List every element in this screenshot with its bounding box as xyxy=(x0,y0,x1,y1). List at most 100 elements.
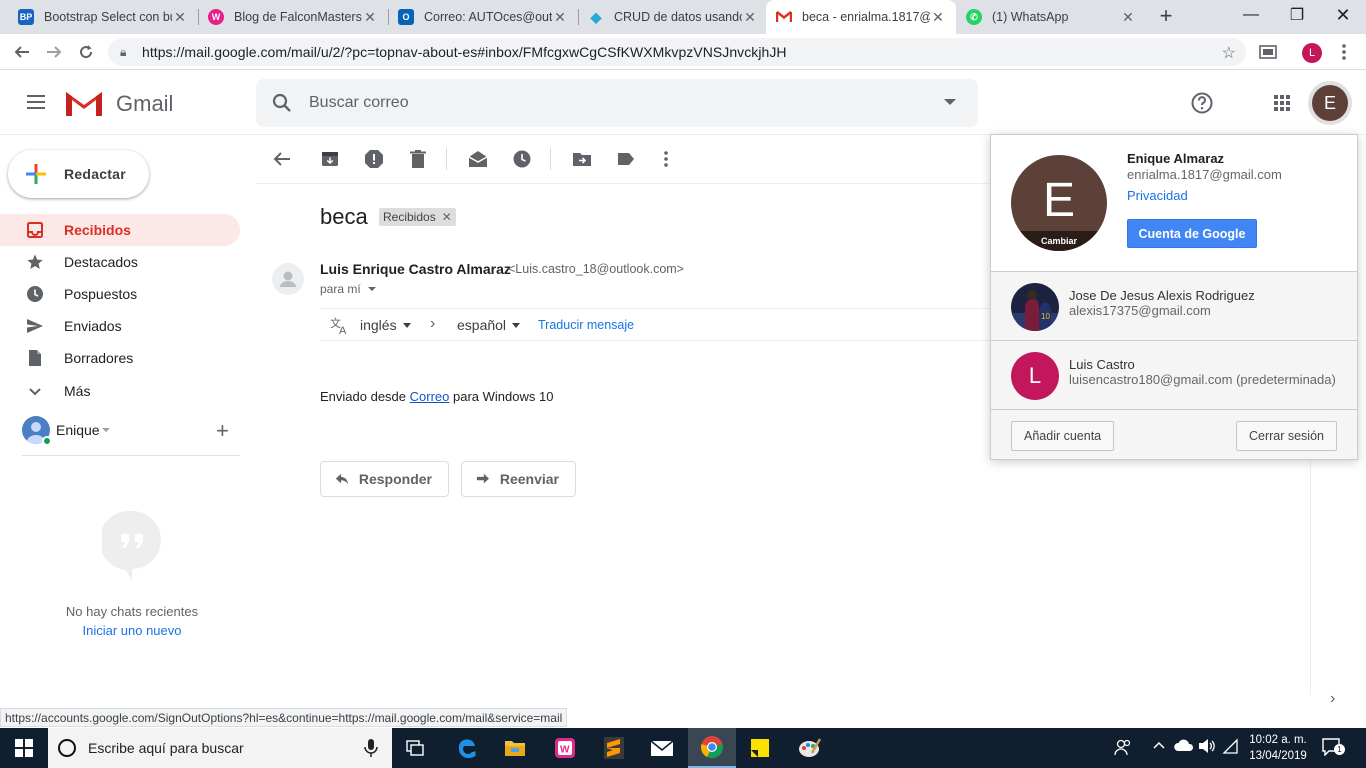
onedrive-cloud-icon[interactable] xyxy=(1174,738,1194,755)
search-icon[interactable] xyxy=(270,91,294,115)
paint-app-icon[interactable] xyxy=(786,728,834,768)
new-chat-plus-icon[interactable]: + xyxy=(216,418,229,444)
target-language-select[interactable]: español xyxy=(457,317,506,333)
account-name: Enique Almaraz xyxy=(1127,151,1225,166)
chrome-menu-icon[interactable] xyxy=(1330,38,1358,66)
nav-drafts[interactable]: Borradores xyxy=(0,342,240,374)
file-explorer-icon[interactable] xyxy=(491,728,539,768)
minimize-button[interactable]: — xyxy=(1228,0,1274,30)
google-apps-icon[interactable] xyxy=(1270,91,1294,115)
account-avatar[interactable]: E xyxy=(1312,85,1348,121)
action-center-icon[interactable]: 1 xyxy=(1322,738,1345,757)
search-bar[interactable]: Buscar correo xyxy=(256,79,978,127)
translate-message-link[interactable]: Traducir mensaje xyxy=(538,318,634,332)
start-new-chat-link[interactable]: Iniciar uno nuevo xyxy=(0,623,264,638)
close-tab-icon[interactable]: ✕ xyxy=(172,9,188,26)
browser-tab[interactable]: W Blog de FalconMasters ✕ xyxy=(198,0,388,34)
delete-icon[interactable] xyxy=(408,149,428,169)
new-tab-button[interactable]: + xyxy=(1154,5,1178,29)
add-account-button[interactable]: Añadir cuenta xyxy=(1011,421,1115,451)
move-to-icon[interactable] xyxy=(572,149,592,169)
nav-inbox[interactable]: Recibidos xyxy=(0,214,240,246)
source-language-dropdown-icon[interactable] xyxy=(403,323,411,328)
mail-app-icon[interactable] xyxy=(638,728,686,768)
archive-icon[interactable] xyxy=(320,149,340,169)
account-popup: E Cambiar Enique Almaraz enrialma.1817@g… xyxy=(990,134,1358,460)
chrome-profile-avatar[interactable]: L xyxy=(1302,43,1322,63)
correo-link[interactable]: Correo xyxy=(410,389,450,404)
forward-button[interactable]: Reenviar xyxy=(461,461,576,497)
nav-sent[interactable]: Enviados xyxy=(0,310,240,342)
webstorm-app-icon[interactable]: W xyxy=(541,728,589,768)
search-input[interactable]: Buscar correo xyxy=(309,94,409,112)
sticky-notes-icon[interactable] xyxy=(736,728,784,768)
search-options-icon[interactable] xyxy=(944,99,956,105)
forward-button[interactable] xyxy=(40,38,68,66)
close-tab-icon[interactable]: ✕ xyxy=(742,9,758,26)
recipient-text[interactable]: para mí xyxy=(320,282,361,296)
close-window-button[interactable]: ✕ xyxy=(1320,0,1366,30)
main-menu-icon[interactable] xyxy=(24,91,48,115)
sender-avatar[interactable] xyxy=(272,263,304,295)
browser-tab[interactable]: ✆ (1) WhatsApp ✕ xyxy=(956,0,1146,34)
taskbar-search[interactable]: Escribe aquí para buscar xyxy=(48,728,392,768)
nav-starred[interactable]: Destacados xyxy=(0,246,240,278)
other-account-row[interactable]: L Luis Castro luisencastro180@gmail.com … xyxy=(991,340,1357,410)
hangouts-status-dropdown-icon[interactable] xyxy=(102,428,110,432)
report-spam-icon[interactable] xyxy=(364,149,384,169)
microphone-icon[interactable] xyxy=(364,739,378,757)
nav-more[interactable]: Más xyxy=(0,375,240,407)
help-icon[interactable] xyxy=(1190,91,1214,115)
reply-button[interactable]: Responder xyxy=(320,461,449,497)
close-tab-icon[interactable]: ✕ xyxy=(1120,9,1136,26)
edge-browser-icon[interactable] xyxy=(443,728,491,768)
browser-tab-active[interactable]: beca - enrialma.1817@ ✕ xyxy=(766,0,956,34)
target-language-dropdown-icon[interactable] xyxy=(512,323,520,328)
google-account-button[interactable]: Cuenta de Google xyxy=(1127,219,1257,248)
task-view-icon[interactable] xyxy=(392,728,440,768)
more-options-icon[interactable] xyxy=(656,149,676,169)
address-bar[interactable]: 🔒︎ https://mail.google.com/mail/u/2/?pc=… xyxy=(108,38,1246,66)
browser-tab[interactable]: ◆ CRUD de datos usando ✕ xyxy=(578,0,768,34)
nav-snoozed[interactable]: Pospuestos xyxy=(0,278,240,310)
source-language-select[interactable]: inglés xyxy=(360,317,397,333)
forward-label: Reenviar xyxy=(499,471,559,487)
bookmark-star-icon[interactable]: ☆ xyxy=(1222,43,1236,63)
chrome-app-icon[interactable] xyxy=(688,728,736,768)
start-button[interactable] xyxy=(0,728,48,768)
sign-out-button[interactable]: Cerrar sesión xyxy=(1235,421,1337,451)
snooze-icon[interactable] xyxy=(512,149,532,169)
back-button[interactable] xyxy=(8,38,36,66)
maximize-button[interactable]: ❐ xyxy=(1274,0,1320,30)
sublime-text-icon[interactable] xyxy=(590,728,638,768)
browser-tab[interactable]: BP Bootstrap Select con bu ✕ xyxy=(8,0,198,34)
close-tab-icon[interactable]: ✕ xyxy=(930,9,946,26)
reload-button[interactable] xyxy=(72,38,100,66)
nav-label: Borradores xyxy=(64,350,134,366)
compose-button[interactable]: Redactar xyxy=(8,150,149,198)
volume-icon[interactable] xyxy=(1198,738,1216,757)
remove-label-icon[interactable]: ✕ xyxy=(442,210,452,224)
cast-icon[interactable] xyxy=(1254,38,1282,66)
other-account-row[interactable]: 10 Jose De Jesus Alexis Rodriguez alexis… xyxy=(991,271,1357,341)
privacy-link[interactable]: Privacidad xyxy=(1127,188,1188,203)
close-tab-icon[interactable]: ✕ xyxy=(552,9,568,26)
taskbar-search-input[interactable]: Escribe aquí para buscar xyxy=(88,740,244,756)
show-side-panel-icon[interactable]: › xyxy=(1330,690,1335,708)
browser-tab[interactable]: O Correo: AUTOces@outl ✕ xyxy=(388,0,578,34)
change-photo-label[interactable]: Cambiar xyxy=(1011,231,1107,251)
show-hidden-icons-icon[interactable] xyxy=(1152,738,1166,755)
body-text-suffix: para Windows 10 xyxy=(449,389,554,404)
close-tab-icon[interactable]: ✕ xyxy=(362,9,378,26)
people-icon[interactable] xyxy=(1114,738,1132,759)
mark-unread-icon[interactable] xyxy=(468,149,488,169)
network-icon[interactable] xyxy=(1222,738,1238,757)
hangouts-user[interactable]: Enique + xyxy=(22,416,240,450)
taskbar-clock[interactable]: 10:02 a. m. 13/04/2019 xyxy=(1238,732,1318,764)
label-icon[interactable] xyxy=(616,149,636,169)
back-to-inbox-icon[interactable] xyxy=(272,149,292,169)
outlook-favicon-icon: O xyxy=(398,9,414,25)
sender-name[interactable]: Luis Enrique Castro Almaraz xyxy=(320,261,511,277)
account-large-avatar[interactable]: E Cambiar xyxy=(1011,155,1107,251)
recipient-details-icon[interactable] xyxy=(368,287,376,291)
